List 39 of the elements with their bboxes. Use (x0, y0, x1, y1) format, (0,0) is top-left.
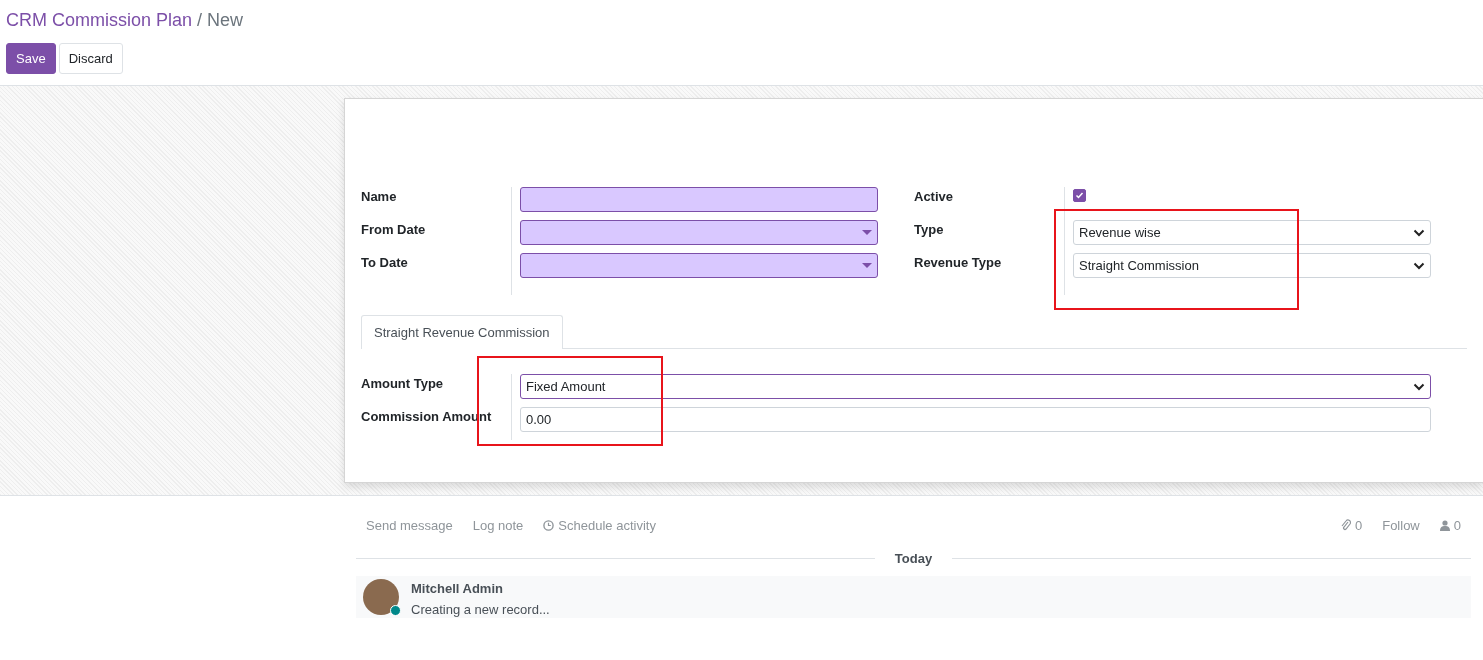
caret-icon (862, 263, 872, 268)
field-label: Revenue Type (914, 254, 1003, 272)
field-label: Amount Type (361, 375, 445, 393)
field-label: Active (914, 188, 955, 206)
message-author: Mitchell Admin (411, 581, 504, 596)
field-label: To Date (361, 254, 409, 272)
active-checkbox[interactable] (1073, 189, 1086, 202)
chevron-down-icon (1413, 261, 1425, 270)
select-field[interactable]: Revenue wise (1073, 220, 1431, 245)
checkmark-icon (1075, 191, 1084, 200)
breadcrumb-link[interactable]: CRM Commission Plan (6, 10, 193, 31)
field-label: Name (361, 188, 398, 206)
tab[interactable]: Straight Revenue Commission (361, 315, 563, 349)
breadcrumb-current: New (207, 10, 244, 31)
select-field[interactable]: Fixed Amount (520, 374, 1431, 399)
input-field[interactable]: 0.00 (520, 407, 1431, 432)
count-label[interactable]: 0 (1354, 517, 1363, 533)
save-button[interactable]: Save (6, 43, 56, 74)
field-label: From Date (361, 221, 427, 239)
chevron-down-icon (1413, 382, 1425, 391)
input-field[interactable] (520, 187, 878, 212)
chatter-action[interactable]: Send message (366, 517, 453, 533)
chatter-action[interactable]: Schedule activity (558, 517, 656, 533)
date-field[interactable] (520, 220, 878, 245)
caret-icon (862, 230, 872, 235)
date-separator: Today (894, 551, 933, 566)
discard-button[interactable]: Discard (58, 43, 123, 74)
field-label: Type (914, 221, 945, 239)
chevron-down-icon (1413, 228, 1425, 237)
follow-link[interactable]: Follow (1382, 517, 1420, 533)
select-field[interactable]: Straight Commission (1073, 253, 1431, 278)
clock-icon (543, 519, 555, 531)
date-field[interactable] (520, 253, 878, 278)
chatter-action[interactable]: Log note (472, 517, 524, 533)
count-label[interactable]: 0 (1453, 517, 1461, 533)
message-body: Creating a new record... (411, 602, 550, 617)
breadcrumb-separator: / (197, 10, 203, 31)
paperclip-icon (1340, 519, 1351, 531)
user-icon (1439, 519, 1450, 531)
